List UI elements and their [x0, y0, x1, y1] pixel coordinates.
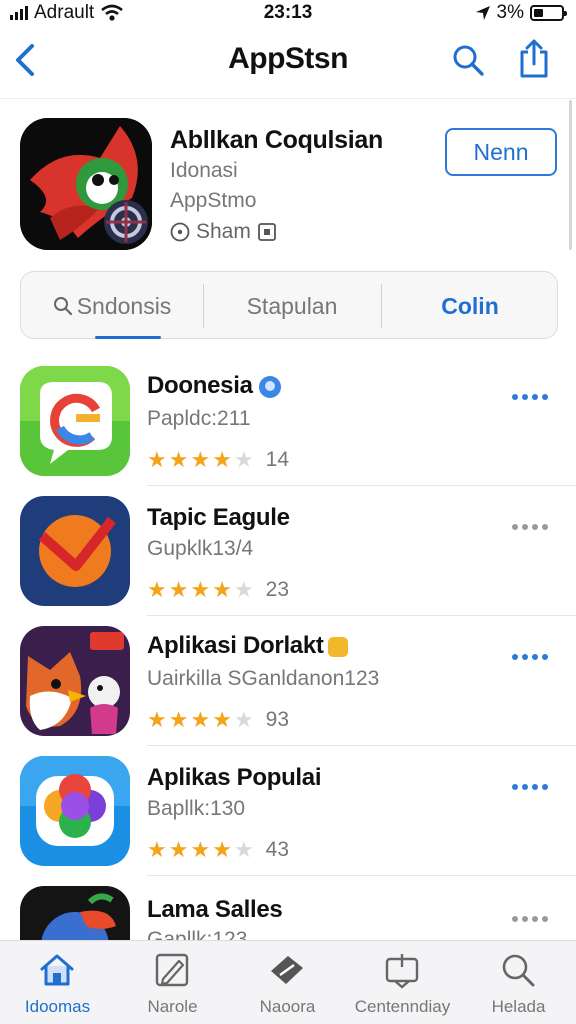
segment-collection[interactable]: Colin — [381, 272, 559, 340]
app-icon[interactable] — [20, 366, 130, 476]
segment-label: Colin — [441, 292, 499, 319]
diamond-icon — [271, 956, 303, 984]
star-half-icon: ★ — [212, 447, 232, 472]
home-icon — [40, 954, 74, 986]
tab-calendar[interactable]: Centenndiay — [345, 941, 460, 1024]
rating: ★ ★ ★ ★ ★ 93 — [147, 708, 289, 732]
star-icon: ★ — [168, 577, 189, 602]
featured-app-subtitle: Idonasi — [170, 159, 238, 182]
list-item[interactable]: Aplikasi Dorlakt Uairkilla SGanldanon123… — [0, 616, 576, 746]
star-icon: ★ — [190, 447, 211, 472]
tab-bar: Idoomas Narole Naoora Centenndiay Helada — [0, 940, 576, 1024]
segmented-control: Sndonsis Stapulan Colin — [20, 271, 558, 339]
featured-app-meta: Sham — [170, 220, 277, 244]
tab-label: Idoomas — [24, 997, 91, 1016]
segment-search[interactable]: Sndonsis — [21, 272, 203, 340]
info-icon — [170, 222, 190, 242]
verified-icon — [258, 375, 281, 398]
more-icon[interactable] — [512, 784, 548, 790]
board-icon — [385, 954, 419, 989]
tab-label: Narole — [147, 997, 198, 1016]
rating-count: 14 — [265, 448, 290, 471]
star-empty-icon: ★ — [233, 837, 254, 862]
app-name: Aplikas Populai — [147, 764, 322, 791]
more-icon[interactable] — [512, 524, 548, 530]
featured-app-developer: AppStmo — [170, 189, 257, 212]
more-icon[interactable] — [512, 916, 548, 922]
app-name: Aplikasi Dorlakt — [147, 632, 348, 660]
star-icon: ★ — [190, 577, 211, 602]
rating: ★ ★ ★ ★ ★ 43 — [147, 838, 289, 862]
search-icon[interactable] — [450, 42, 486, 78]
star-icon: ★ — [147, 707, 167, 732]
app-icon[interactable] — [20, 496, 130, 606]
segment-indicator — [95, 336, 161, 339]
star-empty-icon: ★ — [233, 447, 254, 472]
more-icon[interactable] — [512, 654, 548, 660]
star-icon: ★ — [190, 837, 211, 862]
star-icon: ★ — [168, 707, 189, 732]
tab-label: Centenndiay — [354, 997, 451, 1016]
star-icon: ★ — [147, 447, 167, 472]
tab-label: Naoora — [259, 997, 316, 1016]
rating-count: 93 — [265, 708, 290, 731]
star-half-icon: ★ — [212, 707, 232, 732]
star-half-icon: ★ — [212, 577, 232, 602]
app-subtitle: Gupklk13/4 — [147, 537, 254, 560]
list-item[interactable]: Aplikas Populai Bapllk:130 ★ ★ ★ ★ ★ 43 — [0, 746, 576, 876]
star-empty-icon: ★ — [233, 707, 254, 732]
star-icon: ★ — [168, 837, 189, 862]
navigation-bar: AppStsn — [0, 30, 576, 92]
share-icon[interactable] — [516, 38, 552, 80]
rating: ★ ★ ★ ★ ★ 14 — [147, 448, 289, 472]
list-item[interactable]: Tapic Eagule Gupklk13/4 ★ ★ ★ ★ ★ 23 — [0, 486, 576, 616]
more-icon[interactable] — [512, 394, 548, 400]
page-title: AppStsn — [228, 42, 348, 75]
star-icon: ★ — [168, 447, 189, 472]
battery-percent: 3% — [496, 2, 524, 23]
star-half-icon: ★ — [212, 837, 232, 862]
app-icon[interactable] — [20, 626, 130, 736]
square-icon — [257, 223, 276, 241]
battery-icon — [530, 5, 567, 21]
tab-explore[interactable]: Naoora — [230, 941, 345, 1024]
tab-search[interactable]: Helada — [461, 941, 576, 1024]
star-icon: ★ — [190, 707, 211, 732]
search-icon — [502, 954, 535, 987]
rating-count: 43 — [265, 838, 290, 861]
segment-label: Sndonsis — [76, 292, 172, 319]
tab-notes[interactable]: Narole — [115, 941, 230, 1024]
badge-icon — [327, 636, 348, 657]
status-right: 3% — [475, 2, 567, 24]
divider — [0, 98, 576, 99]
search-icon — [53, 297, 72, 316]
app-name: Lama Salles — [147, 896, 283, 923]
segment-label: Stapulan — [246, 292, 338, 319]
list-item[interactable]: Doonesia Papldc:211 ★ ★ ★ ★ ★ 14 — [0, 356, 576, 486]
star-icon: ★ — [147, 577, 167, 602]
featured-meta-label: Sham — [196, 220, 251, 243]
status-bar: Adrault 23:13 3% — [0, 0, 576, 26]
chevron-left-icon[interactable] — [12, 42, 42, 78]
edit-icon — [155, 953, 189, 987]
rating-count: 23 — [265, 578, 290, 601]
tab-label: Helada — [491, 997, 546, 1016]
scrollbar[interactable] — [569, 100, 572, 250]
app-subtitle: Papldc:211 — [147, 407, 251, 430]
get-button[interactable]: Nenn — [445, 128, 557, 176]
app-icon[interactable] — [20, 756, 130, 866]
featured-app-icon[interactable] — [20, 118, 152, 250]
app-subtitle: Uairkilla SGanldanon123 — [147, 667, 380, 690]
app-name: Tapic Eagule — [147, 504, 290, 531]
battery-fill — [534, 9, 543, 17]
tab-home[interactable]: Idoomas — [0, 941, 115, 1024]
segment-popular[interactable]: Stapulan — [203, 272, 381, 340]
location-arrow-icon — [475, 6, 490, 20]
app-subtitle: Bapllk:130 — [147, 797, 246, 820]
app-name: Doonesia — [147, 372, 281, 400]
star-empty-icon: ★ — [233, 577, 254, 602]
featured-app-title: Abllkan Coqulsian — [170, 126, 383, 154]
rating: ★ ★ ★ ★ ★ 23 — [147, 578, 289, 602]
star-icon: ★ — [147, 837, 167, 862]
